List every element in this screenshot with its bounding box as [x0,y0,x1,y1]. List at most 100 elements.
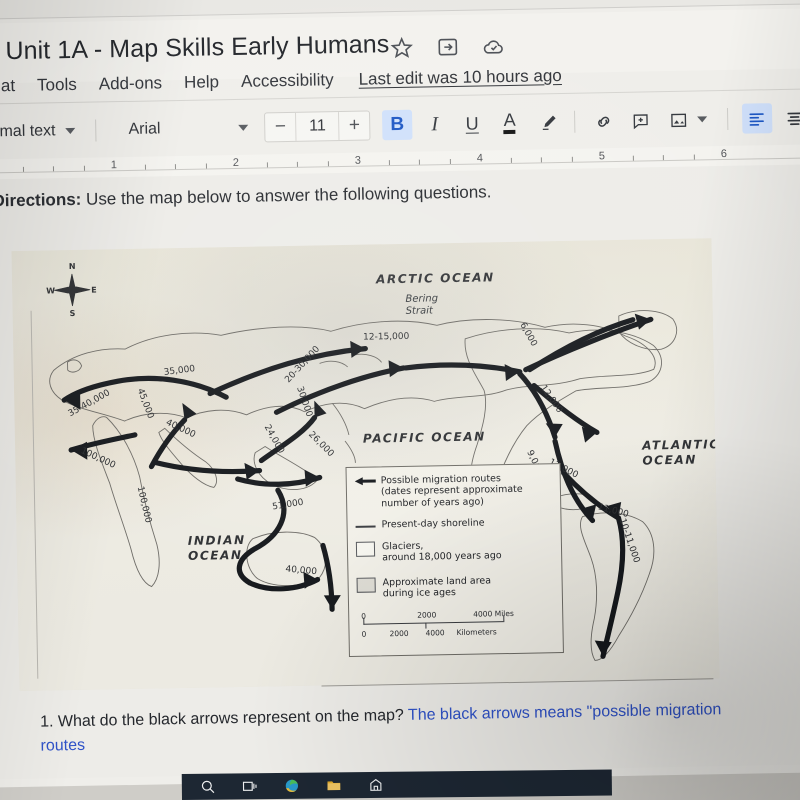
ruler-number: 5 [598,150,606,163]
font-size-input[interactable]: 11 [295,112,340,141]
text-color-button[interactable]: A [495,108,525,139]
scale-km-zero: 0 [361,629,367,639]
scale-miles-mid: 2000 [417,610,437,620]
ruler-tick [327,161,329,167]
ruler-number: 1 [110,159,118,172]
scale-miles-end: 4000 Miles [473,608,514,619]
directions-label: Directions: [0,189,82,211]
map-scale-bar: 0 2000 4000 Miles 0 2000 4000 Kilometers [361,609,521,639]
formatting-toolbar: ormal text Arial − 11 + B I U A [0,95,800,154]
ruler-tick [144,164,146,170]
font-chevron-down-icon[interactable] [238,124,249,131]
computer-screen: …y_2-bVM/edit s Unit 1A - Map Skills Ear… [0,0,800,788]
underline-button[interactable]: U [457,108,487,139]
decrease-font-size-button[interactable]: − [265,113,296,142]
compass-rose: N S W E [46,262,99,319]
legend-glaciers-text: Glaciers, around 18,000 years ago [381,540,502,564]
ruler-tick [205,163,207,169]
ruler-tick [632,155,634,161]
ruler-tick [418,159,420,165]
add-comment-icon[interactable] [626,105,656,136]
store-icon[interactable] [368,777,384,793]
menu-item-accessibility[interactable]: Accessibility [230,70,345,92]
ruler-number: 4 [476,152,484,165]
ruler-tick [296,161,298,167]
map-legend: Possible migration routes (dates represe… [345,463,564,657]
scale-rule [363,621,504,625]
question-1[interactable]: 1. What do the black arrows represent on… [40,698,741,759]
legend-shoreline-text: Present-day shoreline [381,517,485,531]
toolbar-divider-3 [727,107,729,130]
legend-arrow-icon [354,475,381,486]
toolbar-divider [95,119,97,142]
ruler-tick [52,166,55,172]
menu-item-tools[interactable]: Tools [26,75,88,96]
ruler-number: 2 [232,156,240,170]
ruler-tick [174,164,177,170]
pacific-ocean-label: PACIFIC OCEAN [362,429,486,446]
compass-south-label: S [69,308,76,319]
ruler-number: 6 [720,147,727,161]
legend-row-land-area: Approximate land area during ice ages [356,574,557,600]
increase-font-size-button[interactable]: + [339,112,370,141]
scale-tick-end [503,615,505,623]
toolbar-divider-2 [573,110,576,133]
task-view-icon[interactable] [242,778,258,794]
legend-migration-text: Possible migration routes (dates represe… [380,473,523,510]
scale-km-unit: Kilometers [456,627,497,638]
compass-north-label: N [68,261,76,272]
compass-west-label: W [46,286,56,296]
photo-of-screen: …y_2-bVM/edit s Unit 1A - Map Skills Ear… [0,0,800,800]
document-page: Directions: Use the map below to answer … [0,164,800,780]
move-to-folder-icon[interactable] [436,35,460,59]
compass-east-label: E [91,285,97,295]
menu-item-format[interactable]: nat [0,76,26,97]
cloud-saved-icon[interactable] [482,34,506,58]
scale-tick-0 [363,617,365,625]
ruler-tick [510,157,512,163]
ruler-tick [571,156,573,162]
font-size-stepper: − 11 + [264,110,371,143]
arctic-ocean-label: ARCTIC OCEAN [375,270,495,287]
directions-line: Directions: Use the map below to answer … [0,182,492,211]
ruler-tick [22,166,24,172]
font-family-label[interactable]: Arial [128,120,160,139]
search-icon[interactable] [200,779,216,795]
menu-item-help[interactable]: Help [173,72,230,93]
chevron-down-icon[interactable] [65,127,76,135]
align-center-icon[interactable] [779,102,800,133]
ruler-tick [388,160,390,166]
migration-map-image[interactable]: N S W E ARCTIC OCEAN PACIFIC OCEAN ATLANTI… [11,238,720,692]
shoreline-line-icon [355,519,381,528]
menu-item-addons[interactable]: Add-ons [88,73,174,95]
title-icon-group [390,34,506,60]
image-chevron-down-icon[interactable] [697,116,708,123]
ruler-tick [449,159,451,165]
page-title[interactable]: s Unit 1A - Map Skills Early Humans [0,30,390,66]
last-edit-link[interactable]: Last edit was 10 hours ago [358,66,562,90]
question-text: What do the black arrows represent on th… [53,706,409,731]
edge-browser-icon[interactable] [284,778,300,794]
glacier-swatch-icon [355,541,382,557]
insert-image-icon[interactable] [664,105,694,136]
legend-row-migration: Possible migration routes (dates represe… [354,472,556,510]
star-icon[interactable] [390,36,414,60]
align-left-icon[interactable] [741,103,773,134]
link-icon[interactable] [589,106,619,137]
bold-button[interactable]: B [382,109,413,141]
scale-km-mid2: 4000 [425,628,445,638]
ruler-tick [83,165,85,171]
file-explorer-icon[interactable] [326,777,342,793]
legend-row-glaciers: Glaciers, around 18,000 years ago [355,538,556,564]
land-area-swatch-icon [356,577,383,593]
highlight-pen-icon[interactable] [534,107,564,138]
legend-land-area-text: Approximate land area during ice ages [382,575,492,600]
ruler-tick [266,162,268,168]
directions-text: Use the map below to answer the followin… [81,182,492,209]
italic-button[interactable]: I [420,109,450,140]
ruler-number: 3 [354,154,362,167]
paragraph-style-label[interactable]: ormal text [0,122,56,141]
scale-km-mid: 2000 [389,628,409,639]
legend-row-shoreline: Present-day shoreline [355,516,555,531]
question-number: 1. [39,713,54,731]
